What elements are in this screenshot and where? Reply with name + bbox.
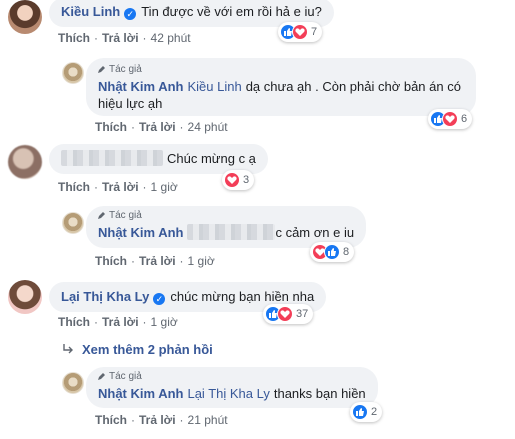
author-tag: Tác giả: [98, 64, 464, 76]
reaction-count: 2: [371, 406, 378, 418]
verified-icon: ✓: [153, 293, 166, 305]
mention-link[interactable]: Lại Thị Kha Ly: [187, 386, 269, 401]
reply-button[interactable]: Trả lời: [102, 315, 139, 330]
avatar-nhat-kim-anh[interactable]: [62, 62, 84, 84]
comment-actions-4: Thích · Trả lời · 1 giờ: [95, 254, 215, 269]
reaction-count: 3: [243, 174, 250, 186]
comment-text: dạ chưa ạh . Còn phải chờ bản án có: [245, 79, 461, 94]
pen-icon: [98, 212, 105, 219]
mention-link[interactable]: Kiều Linh: [187, 79, 241, 94]
reaction-summary-2[interactable]: 6: [428, 109, 473, 129]
reaction-summary-4[interactable]: 8: [310, 242, 355, 262]
timestamp[interactable]: 24 phút: [188, 120, 228, 135]
heart-icon: [292, 24, 308, 40]
reply-button[interactable]: Trả lời: [102, 31, 139, 46]
avatar-nhat-kim-anh[interactable]: [62, 212, 84, 234]
timestamp[interactable]: 42 phút: [151, 31, 191, 46]
like-button[interactable]: Thích: [58, 31, 90, 46]
comment-text: c cảm ơn e iu: [275, 225, 355, 240]
comment-author[interactable]: Lại Thị Kha Ly: [61, 289, 149, 304]
comment-bubble-2: Tác giả Nhật Kim Anh Kiều Linh dạ chưa ạh …: [86, 58, 476, 116]
reply-button[interactable]: Trả lời: [102, 180, 139, 195]
blurred-mention: [187, 224, 276, 240]
author-tag: Tác giả: [98, 210, 354, 222]
timestamp[interactable]: 1 giờ: [188, 254, 215, 269]
timestamp[interactable]: 1 giờ: [151, 315, 178, 330]
comment-text-line2: hiệu lực ạh: [98, 96, 163, 111]
reaction-summary-6[interactable]: 2: [350, 402, 383, 422]
heart-icon: [224, 172, 240, 188]
comment-author[interactable]: Nhật Kim Anh: [98, 386, 183, 401]
comment-actions-3: Thích · Trả lời · 1 giờ: [58, 180, 178, 195]
reaction-count: 7: [311, 26, 318, 38]
avatar-nhat-kim-anh[interactable]: [62, 372, 84, 394]
comment-text: chúc mừng bạn hiền nha: [170, 289, 315, 304]
comment-text: Tin được về với em rồi hả e iu?: [141, 4, 322, 19]
comment-author[interactable]: Nhật Kim Anh: [98, 225, 183, 240]
comment-text: Chúc mừng c ạ: [167, 151, 256, 166]
comment-bubble-6: Tác giả Nhật Kim Anh Lại Thị Kha Ly thanks…: [86, 367, 378, 408]
verified-icon: ✓: [124, 8, 137, 20]
author-tag: Tác giả: [98, 371, 366, 383]
reaction-summary-3[interactable]: 3: [222, 170, 255, 190]
like-button[interactable]: Thích: [95, 254, 127, 269]
blurred-author: [61, 150, 163, 166]
avatar-lai-thi-kha-ly[interactable]: [8, 280, 42, 314]
reply-button[interactable]: Trả lời: [139, 254, 176, 269]
timestamp[interactable]: 21 phút: [188, 413, 228, 428]
reaction-count: 8: [343, 246, 350, 258]
comment-actions-2: Thích · Trả lời · 24 phút: [95, 120, 228, 135]
heart-icon: [442, 111, 458, 127]
reply-button[interactable]: Trả lời: [139, 120, 176, 135]
thumbs-up-icon: [324, 244, 340, 260]
comment-author[interactable]: Kiều Linh: [61, 4, 120, 19]
reaction-summary-1[interactable]: 7: [278, 22, 323, 42]
reply-button[interactable]: Trả lời: [139, 413, 176, 428]
avatar-kieu-linh[interactable]: [8, 0, 42, 34]
comment-actions-1: Thích · Trả lời · 42 phút: [58, 31, 191, 46]
timestamp[interactable]: 1 giờ: [151, 180, 178, 195]
comment-actions-5: Thích · Trả lời · 1 giờ: [58, 315, 178, 330]
reply-arrow-icon: [63, 344, 73, 354]
comment-author[interactable]: Nhật Kim Anh: [98, 79, 183, 94]
thumbs-up-icon: [352, 404, 368, 420]
like-button[interactable]: Thích: [58, 180, 90, 195]
reaction-count: 37: [296, 308, 309, 320]
reaction-summary-5[interactable]: 37: [263, 304, 314, 324]
heart-icon: [277, 306, 293, 322]
like-button[interactable]: Thích: [95, 120, 127, 135]
comment-text: thanks bạn hiền: [273, 386, 366, 401]
avatar-blurred[interactable]: [8, 145, 42, 179]
reaction-count: 6: [461, 113, 468, 125]
like-button[interactable]: Thích: [95, 413, 127, 428]
comment-actions-6: Thích · Trả lời · 21 phút: [95, 413, 228, 428]
pen-icon: [98, 66, 105, 73]
pen-icon: [98, 373, 105, 380]
see-more-replies-link[interactable]: Xem thêm 2 phản hồi: [62, 342, 213, 357]
like-button[interactable]: Thích: [58, 315, 90, 330]
